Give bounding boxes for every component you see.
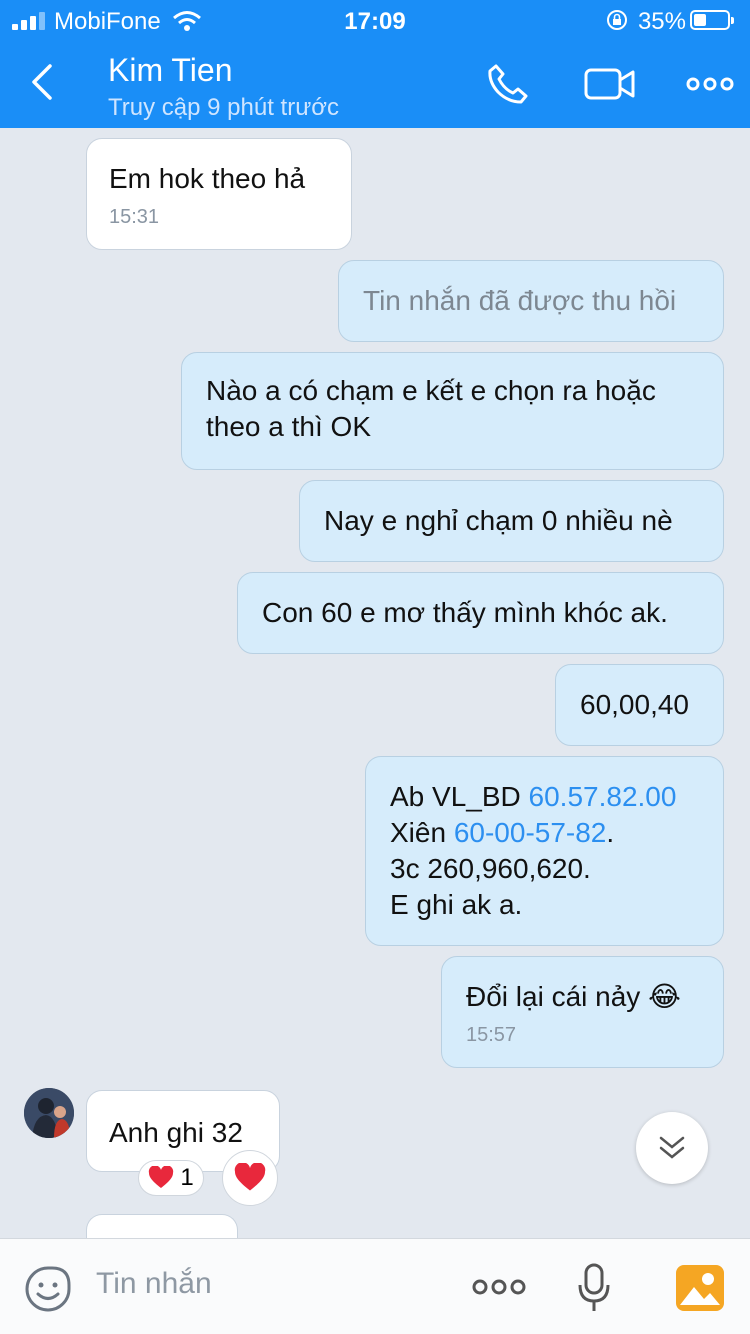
battery-icon (690, 10, 734, 30)
message-text: Xiên (390, 817, 454, 848)
status-bar: MobiFone 17:09 35% (0, 0, 750, 40)
message-outgoing[interactable]: 60,00,40 (555, 664, 724, 746)
reaction-summary[interactable]: 1 (138, 1160, 204, 1196)
rotation-lock-icon (607, 10, 627, 30)
double-chevron-down-icon (659, 1136, 685, 1159)
microphone-button[interactable] (578, 1263, 610, 1313)
more-options-button[interactable] (686, 72, 734, 96)
message-text-line: theo a thì OK (206, 411, 371, 442)
image-gallery-button[interactable] (676, 1265, 724, 1311)
battery-percent: 35% (637, 8, 686, 35)
message-outgoing[interactable]: Nào a có chạm e kết e chọn ra hoặc theo … (181, 352, 724, 470)
scroll-to-bottom-button[interactable] (636, 1112, 708, 1184)
message-text: 60,00,40 (580, 689, 689, 720)
reaction-count: 1 (180, 1164, 194, 1191)
message-incoming[interactable]: Em hok theo hả 15:31 (86, 138, 352, 250)
message-time: 15:31 (109, 206, 160, 228)
message-input[interactable]: Tin nhắn (96, 1267, 212, 1301)
composer-bar: Tin nhắn (0, 1238, 750, 1334)
message-text-line: Nào a có chạm e kết e chọn ra hoặc (206, 375, 656, 406)
chat-header: MobiFone 17:09 35% Kim Tien Truy cập 9 p… (0, 0, 750, 128)
number-link[interactable]: 60-00-57-82 (454, 817, 607, 848)
avatar-image (24, 1088, 74, 1138)
message-text-line: Ab VL_BD 60.57.82.00 (390, 779, 723, 815)
number-link[interactable]: 60.57.82.00 (529, 781, 677, 812)
message-text-line: E ghi ak a. (390, 889, 523, 920)
emoji-sticker-button[interactable] (24, 1265, 72, 1313)
message-text: Đổi lại cái nảy 😂 (466, 981, 681, 1012)
message-text: Ab VL_BD (390, 781, 529, 812)
message-outgoing[interactable]: Đổi lại cái nảy 😂 15:57 (441, 956, 724, 1068)
message-text: Anh ghi 32 (109, 1117, 243, 1148)
message-text: . (606, 817, 615, 848)
message-text: Nay e nghỉ chạm 0 nhiều nè (324, 505, 673, 536)
message-time: 15:57 (466, 1024, 517, 1046)
last-seen: Truy cập 9 phút trước (108, 94, 339, 121)
contact-avatar[interactable] (24, 1088, 74, 1138)
video-call-button[interactable] (584, 62, 636, 106)
message-text: Con 60 e mơ thấy mình khóc ak. (262, 597, 668, 628)
message-recalled[interactable]: Tin nhắn đã được thu hồi (338, 260, 724, 342)
phone-call-button[interactable] (486, 62, 530, 106)
more-actions-button[interactable] (472, 1275, 526, 1299)
message-outgoing[interactable]: Con 60 e mơ thấy mình khóc ak. (237, 572, 724, 654)
heart-icon (149, 1166, 174, 1188)
message-text: Tin nhắn đã được thu hồi (363, 285, 677, 316)
message-outgoing[interactable]: Nay e nghỉ chạm 0 nhiều nè (299, 480, 724, 562)
message-outgoing[interactable]: Ab VL_BD 60.57.82.00 Xiên 60-00-57-82. 3… (365, 756, 724, 946)
message-text-line: Xiên 60-00-57-82. (390, 815, 723, 851)
back-button[interactable] (28, 62, 58, 102)
contact-name: Kim Tien (108, 52, 233, 88)
heart-icon (234, 1163, 266, 1191)
react-button[interactable] (222, 1150, 278, 1206)
message-text: Em hok theo hả (109, 163, 306, 194)
message-text-line: 3c 260,960,620. (390, 853, 591, 884)
